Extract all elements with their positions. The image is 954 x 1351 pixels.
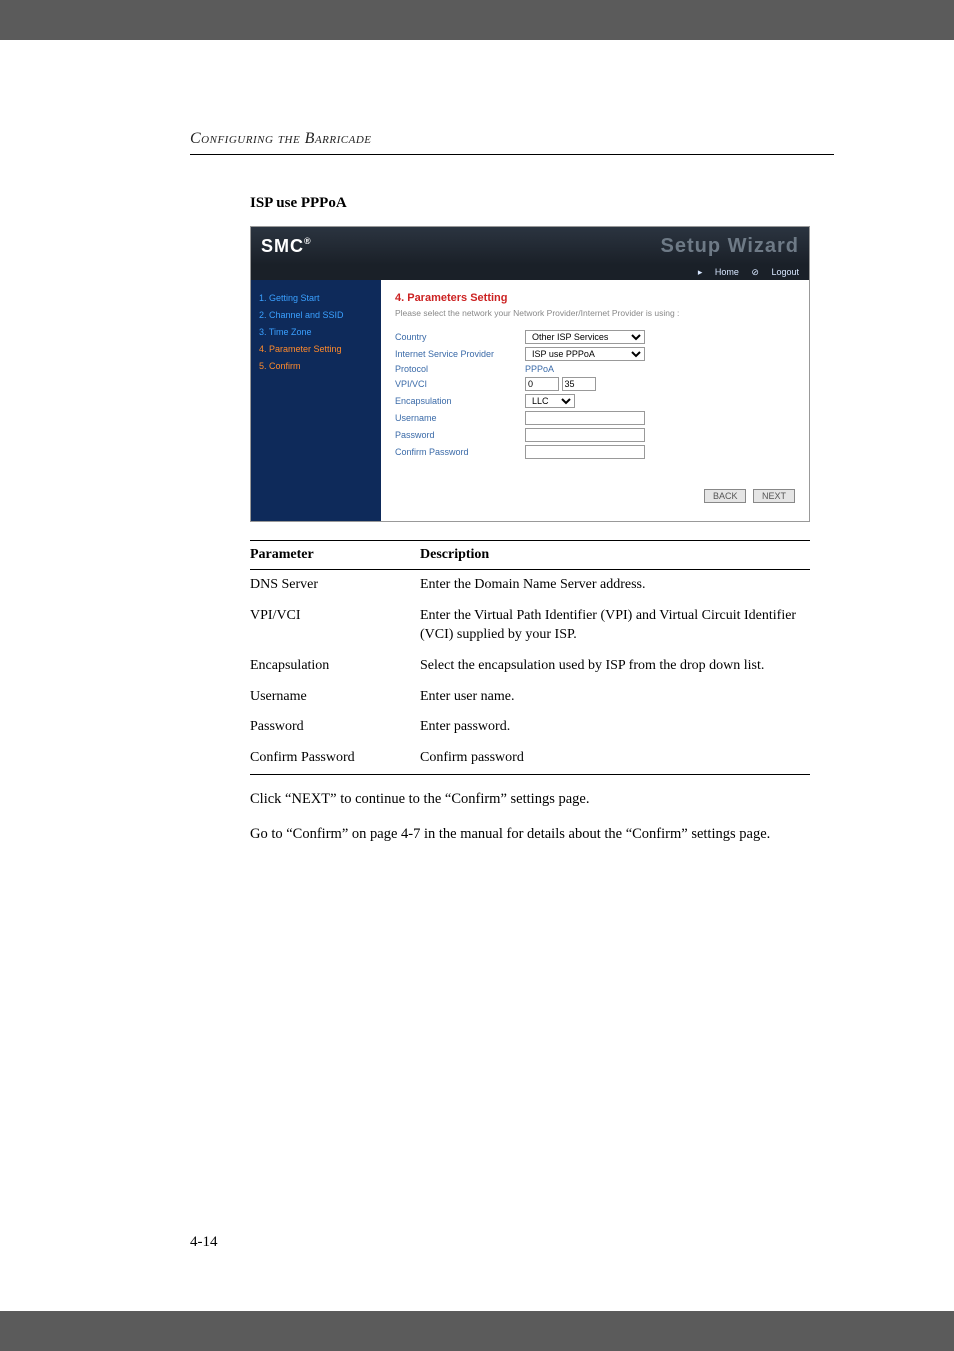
country-select[interactable]: Other ISP Services bbox=[525, 330, 645, 344]
body-paragraph-2: Go to “Confirm” on page 4-7 in the manua… bbox=[250, 824, 810, 845]
nav-step-2[interactable]: 2. Channel and SSID bbox=[259, 307, 373, 324]
vpi-input[interactable] bbox=[525, 377, 559, 391]
table-row: Username Enter user name. bbox=[250, 682, 810, 713]
wizard-nav: 1. Getting Start 2. Channel and SSID 3. … bbox=[251, 280, 381, 521]
next-button[interactable]: NEXT bbox=[753, 489, 795, 503]
nav-step-4[interactable]: 4. Parameter Setting bbox=[259, 341, 373, 358]
password-input[interactable] bbox=[525, 428, 645, 442]
label-protocol: Protocol bbox=[395, 364, 525, 374]
wizard-title: Setup Wizard bbox=[661, 235, 800, 258]
vci-input[interactable] bbox=[562, 377, 596, 391]
section-title: ISP use PPPoA bbox=[250, 195, 834, 212]
router-screenshot: SMC® Setup Wizard ▸ Home ⊘ Logout 1. Get… bbox=[250, 226, 810, 522]
table-row: Confirm Password Confirm password bbox=[250, 743, 810, 774]
home-link[interactable]: ▸ Home bbox=[698, 267, 739, 277]
table-row: DNS Server Enter the Domain Name Server … bbox=[250, 570, 810, 601]
label-country: Country bbox=[395, 332, 525, 342]
panel-subtext: Please select the network your Network P… bbox=[395, 308, 795, 318]
th-parameter: Parameter bbox=[250, 541, 420, 570]
th-description: Description bbox=[420, 541, 810, 570]
document-page: Configuring the Barricade ISP use PPPoA … bbox=[0, 40, 954, 1311]
nav-step-5[interactable]: 5. Confirm bbox=[259, 358, 373, 375]
page-number: 4-14 bbox=[190, 1234, 218, 1251]
label-password: Password bbox=[395, 430, 525, 440]
ss-header: SMC® Setup Wizard bbox=[251, 227, 809, 265]
confirm-password-input[interactable] bbox=[525, 445, 645, 459]
header-rule bbox=[190, 154, 834, 155]
table-row: Encapsulation Select the encapsulation u… bbox=[250, 651, 810, 682]
label-confirm-password: Confirm Password bbox=[395, 447, 525, 457]
protocol-value: PPPoA bbox=[525, 364, 554, 374]
table-row: VPI/VCI Enter the Virtual Path Identifie… bbox=[250, 601, 810, 651]
brand-block: SMC® bbox=[261, 236, 312, 257]
isp-select[interactable]: ISP use PPPoA bbox=[525, 347, 645, 361]
ss-subheader: ▸ Home ⊘ Logout bbox=[251, 265, 809, 280]
parameter-table: Parameter Description DNS Server Enter t… bbox=[250, 540, 810, 775]
encap-select[interactable]: LLC bbox=[525, 394, 575, 408]
back-button[interactable]: BACK bbox=[704, 489, 747, 503]
username-input[interactable] bbox=[525, 411, 645, 425]
logout-link[interactable]: ⊘ Logout bbox=[751, 267, 799, 277]
nav-step-1[interactable]: 1. Getting Start bbox=[259, 290, 373, 307]
nav-step-3[interactable]: 3. Time Zone bbox=[259, 324, 373, 341]
label-vpivci: VPI/VCI bbox=[395, 379, 525, 389]
brand-logo: SMC® bbox=[261, 236, 312, 256]
label-isp: Internet Service Provider bbox=[395, 349, 525, 359]
label-username: Username bbox=[395, 413, 525, 423]
panel-heading: 4. Parameters Setting bbox=[395, 292, 795, 304]
wizard-panel: 4. Parameters Setting Please select the … bbox=[381, 280, 809, 521]
running-head: Configuring the Barricade bbox=[190, 130, 834, 148]
body-paragraph-1: Click “NEXT” to continue to the “Confirm… bbox=[250, 789, 810, 810]
label-encap: Encapsulation bbox=[395, 396, 525, 406]
table-row: Password Enter password. bbox=[250, 712, 810, 743]
